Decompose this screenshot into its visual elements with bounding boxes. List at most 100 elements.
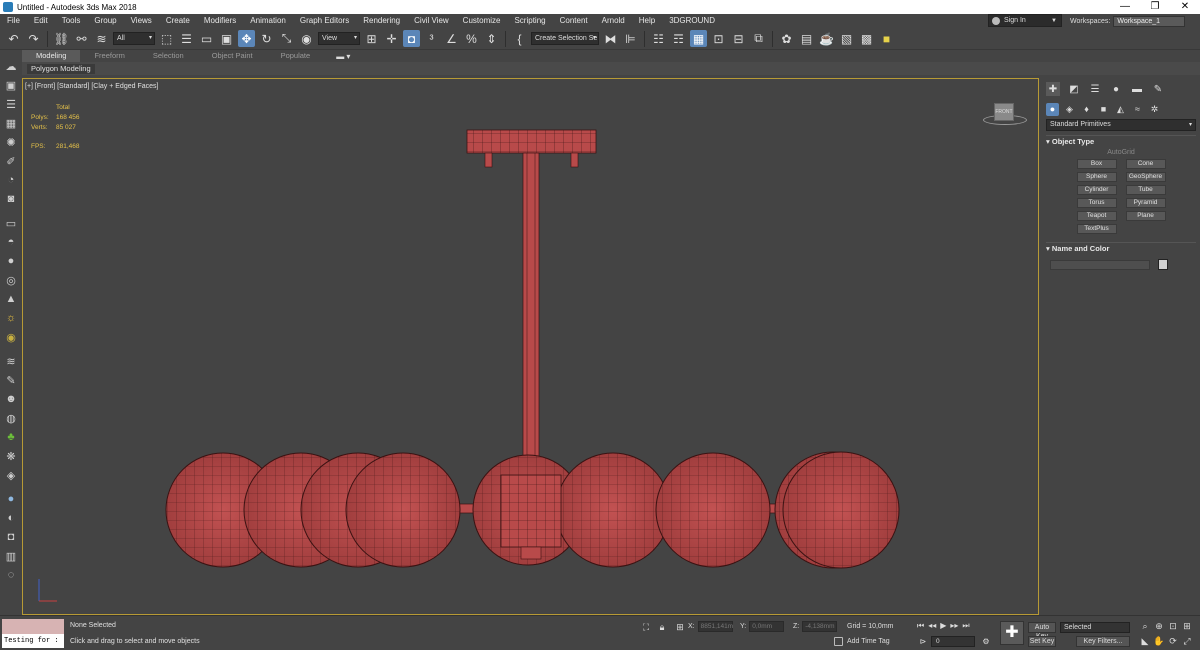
object-name-input[interactable]: [1050, 260, 1150, 270]
key-selection-dropdown[interactable]: Selected: [1060, 622, 1130, 633]
stone-icon[interactable]: ◈: [3, 467, 19, 483]
menu-3dground[interactable]: 3DGROUND: [662, 14, 722, 28]
render-production-icon[interactable]: ☕: [818, 30, 835, 47]
space-warps-icon[interactable]: ≈: [1131, 103, 1144, 116]
bind-space-warp-icon[interactable]: ≋: [93, 30, 110, 47]
torus-button[interactable]: Torus: [1076, 198, 1117, 208]
menu-help[interactable]: Help: [632, 14, 662, 28]
spinner-snap-icon[interactable]: ⇕: [483, 30, 500, 47]
geosphere-button[interactable]: GeoSphere: [1125, 172, 1166, 182]
pivot-center-icon[interactable]: ⊞: [363, 30, 380, 47]
menu-graph-editors[interactable]: Graph Editors: [293, 14, 356, 28]
edit-named-selection-icon[interactable]: {: [511, 30, 528, 47]
tab-freeform[interactable]: Freeform: [80, 50, 138, 62]
previous-frame-icon[interactable]: ◂◂: [928, 621, 936, 631]
render-setup-icon[interactable]: ✿: [778, 30, 795, 47]
y-field[interactable]: 0,0mm: [749, 621, 785, 632]
keyboard-shortcut-override-icon[interactable]: ◘: [403, 30, 420, 47]
utilities-tab-icon[interactable]: ✎: [1151, 82, 1165, 96]
object-type-title[interactable]: Object Type: [1046, 135, 1196, 147]
viewport-front[interactable]: [+] [Front] [Standard] [Clay + Edged Fac…: [22, 78, 1039, 615]
zoom-all-icon[interactable]: ⊕: [1152, 621, 1166, 632]
menu-views[interactable]: Views: [124, 14, 159, 28]
menu-content[interactable]: Content: [553, 14, 595, 28]
percent-snap-icon[interactable]: %: [463, 30, 480, 47]
snaps-toggle-icon[interactable]: ³: [423, 30, 440, 47]
grid-icon[interactable]: ▦: [3, 115, 19, 131]
orbit-icon[interactable]: ⟳: [1166, 636, 1180, 647]
eye-icon[interactable]: ◎: [3, 272, 19, 288]
list-icon[interactable]: ☰: [3, 96, 19, 112]
sphere-icon[interactable]: ●: [3, 253, 19, 269]
maxscript-listener-output[interactable]: [2, 619, 64, 634]
cone-button[interactable]: Cone: [1125, 159, 1166, 169]
render-to-texture-icon[interactable]: ▩: [858, 30, 875, 47]
menu-edit[interactable]: Edit: [27, 14, 55, 28]
field-of-view-icon[interactable]: ◣: [1138, 636, 1152, 647]
people-icon[interactable]: ☻: [3, 391, 19, 407]
auto-key-button[interactable]: Auto Key: [1028, 622, 1056, 640]
tab-modeling[interactable]: Modeling: [22, 50, 81, 62]
primitive-category-dropdown[interactable]: Standard Primitives: [1046, 119, 1196, 131]
sky-icon[interactable]: ●: [3, 491, 19, 507]
textplus-button[interactable]: TextPlus: [1076, 224, 1117, 234]
systems-icon[interactable]: ✲: [1148, 103, 1161, 116]
link-icon[interactable]: ⛓: [53, 30, 70, 47]
maximize-viewport-icon[interactable]: ⤢: [1180, 636, 1194, 647]
key-mode-icon[interactable]: ⊳: [917, 635, 929, 647]
particle-icon[interactable]: ❋: [3, 448, 19, 464]
menu-arnold[interactable]: Arnold: [595, 14, 632, 28]
helpers-icon[interactable]: ◭: [1114, 103, 1127, 116]
menu-tools[interactable]: Tools: [55, 14, 88, 28]
select-and-rotate-icon[interactable]: ↻: [258, 30, 275, 47]
menu-scripting[interactable]: Scripting: [507, 14, 552, 28]
ribbon-toggle-icon[interactable]: ▦: [690, 30, 707, 47]
window-crossing-icon[interactable]: ▣: [218, 30, 235, 47]
add-time-tag[interactable]: Add Time Tag: [834, 637, 890, 646]
sign-in-dropdown[interactable]: Sign In ▼: [988, 14, 1062, 27]
align-icon[interactable]: ⊫: [622, 30, 639, 47]
tab-populate[interactable]: Populate: [267, 50, 325, 62]
next-frame-icon[interactable]: ▸▸: [950, 621, 958, 631]
center-hub[interactable]: [500, 474, 562, 560]
go-to-end-icon[interactable]: ⏭: [962, 621, 969, 631]
menu-group[interactable]: Group: [87, 14, 123, 28]
config-icon[interactable]: ▥: [3, 548, 19, 564]
schematic-view-icon[interactable]: ⊟: [730, 30, 747, 47]
hair-icon[interactable]: ≋: [3, 353, 19, 369]
brush-icon[interactable]: ✐: [3, 153, 19, 169]
select-object-icon[interactable]: ⬚: [158, 30, 175, 47]
selection-filter-dropdown[interactable]: All: [113, 32, 155, 45]
chandelier-model[interactable]: [23, 79, 1038, 614]
tree-icon[interactable]: ♣: [3, 429, 19, 445]
time-config-icon[interactable]: ⚙: [980, 635, 992, 647]
autogrid-checkbox[interactable]: AutoGrid: [1046, 149, 1196, 156]
select-by-name-icon[interactable]: ☰: [178, 30, 195, 47]
reference-coordinate-dropdown[interactable]: View: [318, 32, 360, 45]
unlink-icon[interactable]: ⚯: [73, 30, 90, 47]
select-and-place-icon[interactable]: ◉: [298, 30, 315, 47]
close-button[interactable]: ✕: [1170, 0, 1200, 14]
motion-tab-icon[interactable]: ●: [1109, 82, 1123, 96]
undo-icon[interactable]: ↶: [5, 30, 22, 47]
menu-customize[interactable]: Customize: [456, 14, 508, 28]
box-button[interactable]: Box: [1076, 159, 1117, 169]
sound-icon[interactable]: ◔: [3, 172, 19, 188]
play-icon[interactable]: ▶: [940, 621, 946, 631]
tab-object-paint[interactable]: Object Paint: [198, 50, 267, 62]
shapes-icon[interactable]: ◈: [1063, 103, 1076, 116]
render-iterative-icon[interactable]: ▧: [838, 30, 855, 47]
ribbon-options-icon[interactable]: ▬ ▾: [336, 52, 350, 61]
object-color-swatch[interactable]: [1158, 259, 1168, 270]
redo-icon[interactable]: ↷: [25, 30, 42, 47]
modify-tab-icon[interactable]: ◩: [1067, 82, 1081, 96]
box-icon[interactable]: ◘: [3, 529, 19, 545]
menu-file[interactable]: File: [0, 14, 27, 28]
name-color-title[interactable]: Name and Color: [1046, 242, 1196, 254]
menu-rendering[interactable]: Rendering: [356, 14, 407, 28]
maximize-button[interactable]: ❐: [1140, 0, 1170, 14]
cone-icon[interactable]: ▲: [3, 291, 19, 307]
angle-snap-icon[interactable]: ∠: [443, 30, 460, 47]
pan-icon[interactable]: ✋: [1152, 636, 1166, 647]
minimize-button[interactable]: —: [1110, 0, 1140, 14]
